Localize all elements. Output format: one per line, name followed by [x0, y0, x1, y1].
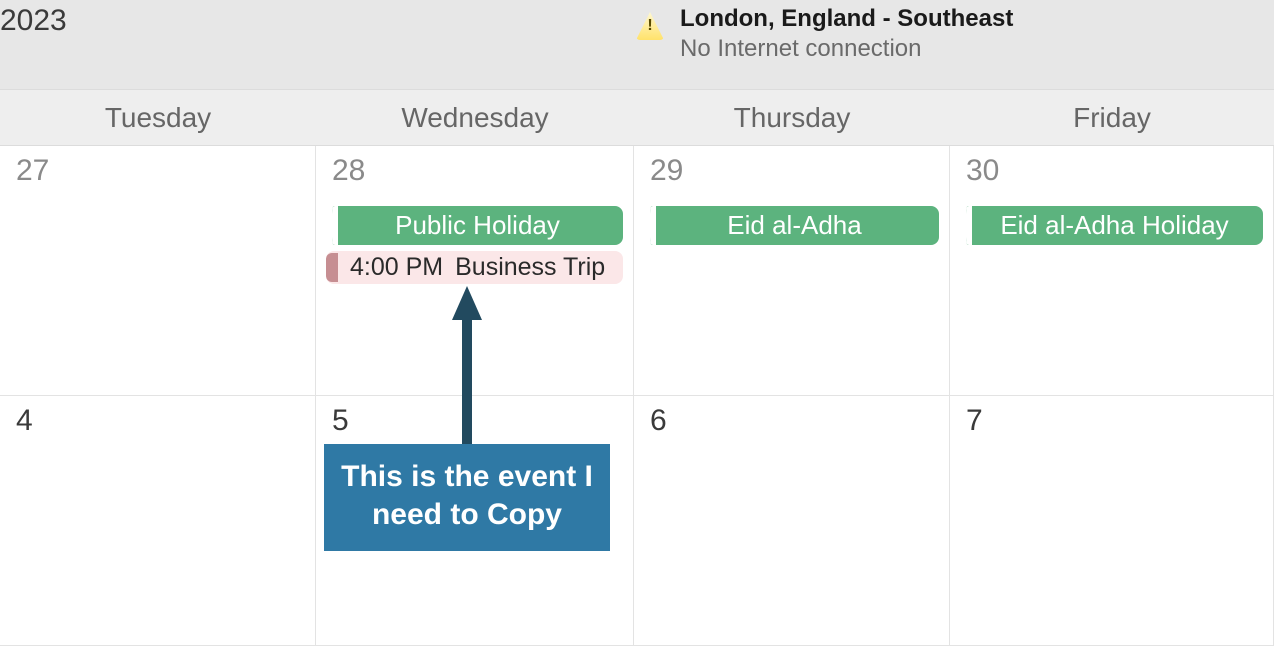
event-eid-al-adha-holiday[interactable]: Eid al-Adha Holiday — [960, 206, 1263, 245]
annotation-callout: This is the event I need to Copy — [324, 444, 610, 551]
warning-icon: ! — [636, 12, 664, 40]
event-label: Public Holiday — [395, 210, 560, 240]
day-number: 5 — [326, 404, 623, 438]
calendar-grid: 27 28 Public Holiday 4:00 PM Business Tr… — [0, 146, 1274, 646]
event-label: Eid al-Adha Holiday — [1000, 210, 1228, 240]
day-cell[interactable]: 6 — [634, 396, 950, 646]
month-title: 2023 — [0, 4, 316, 38]
event-eid-al-adha[interactable]: Eid al-Adha — [644, 206, 939, 245]
day-number: 30 — [960, 154, 1263, 188]
day-cell[interactable]: 29 Eid al-Adha — [634, 146, 950, 396]
day-cell[interactable]: 30 Eid al-Adha Holiday — [950, 146, 1274, 396]
day-cell[interactable]: 7 — [950, 396, 1274, 646]
day-cell[interactable]: 28 Public Holiday 4:00 PM Business Trip — [316, 146, 634, 396]
day-number: 29 — [644, 154, 939, 188]
event-label: Eid al-Adha — [727, 210, 861, 240]
day-number: 4 — [10, 404, 305, 438]
day-header-row: Tuesday Wednesday Thursday Friday — [0, 90, 1274, 146]
calendar-header: 2023 ! London, England - Southeast No In… — [0, 0, 1274, 90]
status-text: London, England - Southeast No Internet … — [680, 4, 1013, 64]
event-handle — [326, 253, 338, 282]
day-number: 27 — [10, 154, 305, 188]
day-header-fri: Friday — [950, 102, 1274, 134]
day-header-thu: Thursday — [634, 102, 950, 134]
event-public-holiday[interactable]: Public Holiday — [326, 206, 623, 245]
day-number: 28 — [326, 154, 623, 188]
day-header-wed: Wednesday — [316, 102, 634, 134]
status-message: No Internet connection — [680, 34, 1013, 64]
event-business-trip[interactable]: 4:00 PM Business Trip — [326, 251, 623, 284]
day-cell[interactable]: 4 — [0, 396, 316, 646]
event-title: Business Trip — [455, 253, 605, 282]
day-number: 7 — [960, 404, 1263, 438]
event-time: 4:00 PM — [350, 253, 443, 282]
connection-status: ! London, England - Southeast No Interne… — [636, 4, 1013, 64]
day-cell[interactable]: 27 — [0, 146, 316, 396]
day-number: 6 — [644, 404, 939, 438]
callout-text: This is the event I need to Copy — [341, 460, 593, 531]
location-text: London, England - Southeast — [680, 4, 1013, 34]
day-header-tue: Tuesday — [0, 102, 316, 134]
